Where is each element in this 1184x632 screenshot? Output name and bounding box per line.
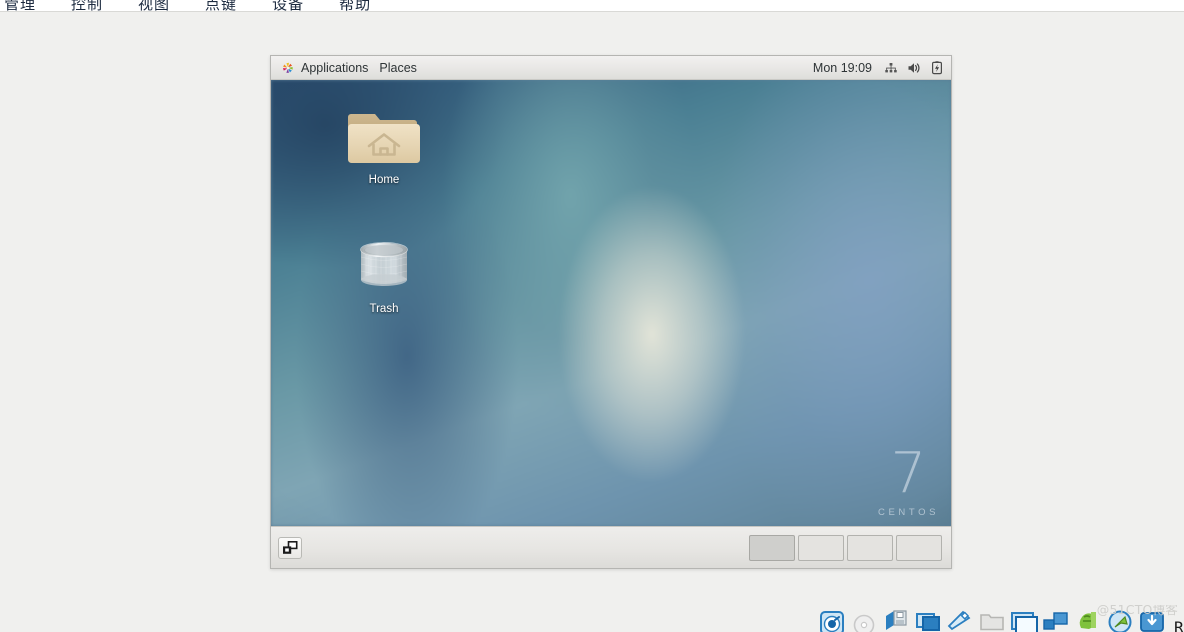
applications-menu[interactable]: Applications xyxy=(277,59,375,77)
workspace-2[interactable] xyxy=(798,534,844,561)
places-menu[interactable]: Places xyxy=(375,59,424,77)
menu-manage[interactable]: 管理 xyxy=(2,0,50,11)
workspace-switcher[interactable] xyxy=(749,534,942,561)
desktop-icon-trash[interactable]: Trash xyxy=(341,235,427,315)
menu-hotkey[interactable]: 点键 xyxy=(203,0,251,11)
network-icon[interactable] xyxy=(883,60,899,76)
host-key-label: Right Ct xyxy=(1174,618,1184,632)
show-desktop-button[interactable] xyxy=(278,536,302,559)
panel-clock[interactable]: Mon 19:09 xyxy=(813,61,876,75)
workspace-1[interactable] xyxy=(749,534,795,561)
places-menu-label: Places xyxy=(379,60,417,75)
network-adapter-icon[interactable] xyxy=(1042,606,1070,632)
desktop-icon-trash-label: Trash xyxy=(369,303,399,315)
volume-icon[interactable] xyxy=(906,60,922,76)
host-statusbar: Right Ct @51CTO博客 xyxy=(0,605,1184,632)
display-icon[interactable] xyxy=(914,606,942,632)
shared-folder-icon[interactable] xyxy=(978,606,1006,632)
vm-guest-screen: Applications Places Mon 19:09 Home Trash… xyxy=(270,55,952,569)
battery-charging-icon[interactable] xyxy=(929,60,945,76)
floppy-disk-icon[interactable] xyxy=(882,606,910,632)
desktop-icon-home-label: Home xyxy=(368,174,400,186)
gnome-bottom-panel xyxy=(271,526,951,568)
desktop-icon-home[interactable]: Home xyxy=(341,106,427,186)
site-watermark: @51CTO博客 xyxy=(1096,605,1178,617)
centos-watermark: 7 CENTOS xyxy=(877,441,939,519)
menu-control[interactable]: 控制 xyxy=(69,0,117,11)
home-folder-icon xyxy=(341,106,427,168)
window-list[interactable] xyxy=(302,527,749,568)
virtualbox-window: 管理 控制 视图 点键 设备 帮助 Applications Places Mo… xyxy=(0,0,1184,632)
screen-capture-icon[interactable] xyxy=(1010,606,1038,632)
trash-can-icon xyxy=(341,235,427,297)
gnome-top-panel: Applications Places Mon 19:09 xyxy=(271,56,951,80)
optical-disk-icon[interactable] xyxy=(850,606,878,632)
centos-version-number: 7 xyxy=(890,441,927,506)
centos-distro-name: CENTOS xyxy=(877,507,939,518)
workspace-4[interactable] xyxy=(896,534,942,561)
menu-help[interactable]: 帮助 xyxy=(337,0,385,11)
show-desktop-icon xyxy=(283,540,298,554)
applications-menu-label: Applications xyxy=(301,60,369,75)
gnome-desktop-area[interactable]: Home Trash 7 CENTOS xyxy=(271,80,951,526)
hard-disk-icon[interactable] xyxy=(818,606,846,632)
menu-devices[interactable]: 设备 xyxy=(270,0,318,11)
applications-pinwheel-icon xyxy=(282,62,293,73)
host-menubar: 管理 控制 视图 点键 设备 帮助 xyxy=(0,0,1184,11)
usb-icon[interactable] xyxy=(946,606,974,632)
workspace-3[interactable] xyxy=(847,534,893,561)
menu-view[interactable]: 视图 xyxy=(136,0,184,11)
